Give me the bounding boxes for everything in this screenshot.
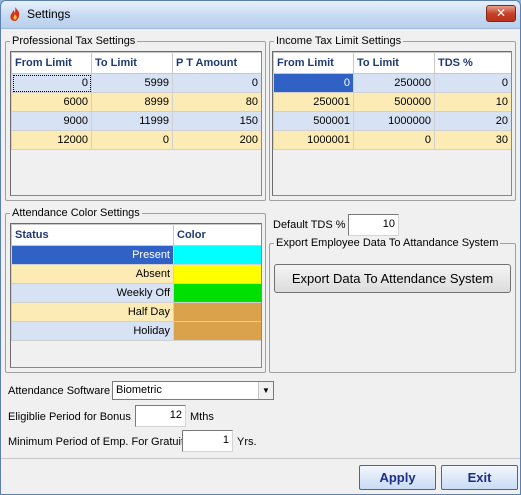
table-cell[interactable]: 30 (434, 130, 511, 150)
table-header: Status Color (11, 224, 261, 246)
app-flame-icon (10, 7, 20, 21)
bonus-label: Eligiblie Period for Bonus (8, 411, 131, 423)
professional-tax-legend: Professional Tax Settings (12, 35, 136, 47)
table-cell[interactable]: 9000 (11, 111, 92, 131)
default-tds-label: Default TDS % (273, 219, 346, 231)
status-cell[interactable]: Absent (11, 264, 174, 284)
apply-button-label: Apply (379, 470, 416, 485)
color-swatch[interactable] (173, 245, 261, 265)
table-row[interactable]: 6000 8999 80 (11, 92, 261, 112)
table-row[interactable]: 0 250000 0 (273, 73, 511, 93)
column-header[interactable]: TDS % (434, 52, 511, 74)
gratuity-input[interactable]: 1 (182, 430, 233, 452)
column-header[interactable]: Color (173, 224, 261, 246)
table-row[interactable]: Absent (11, 264, 261, 284)
table-row[interactable]: Half Day (11, 302, 261, 322)
close-button[interactable]: ✕ (486, 5, 516, 22)
table-cell[interactable]: 250000 (353, 73, 435, 93)
color-swatch[interactable] (173, 321, 261, 341)
column-header[interactable]: Status (11, 224, 174, 246)
table-cell[interactable]: 200 (172, 130, 261, 150)
color-swatch[interactable] (173, 283, 261, 303)
close-icon: ✕ (495, 6, 507, 20)
table-cell[interactable]: 1000000 (353, 111, 435, 131)
bonus-unit: Mths (190, 411, 214, 423)
status-cell[interactable]: Weekly Off (11, 283, 174, 303)
table-cell[interactable]: 1000001 (273, 130, 354, 150)
attendance-color-table[interactable]: Status Color Present Absent Weekly Off H… (10, 223, 262, 368)
column-header[interactable]: P T Amount (172, 52, 261, 74)
table-header: From Limit To Limit TDS % (273, 52, 511, 74)
attendance-color-legend: Attendance Color Settings (12, 207, 140, 219)
export-group: Export Employee Data To Attandance Syste… (269, 237, 516, 373)
table-cell[interactable]: 150 (172, 111, 261, 131)
table-cell[interactable]: 0 (273, 73, 354, 93)
export-legend: Export Employee Data To Attandance Syste… (276, 237, 499, 249)
column-header[interactable]: To Limit (353, 52, 435, 74)
attendance-software-value: Biometric (116, 384, 162, 396)
table-row[interactable]: Present (11, 245, 261, 265)
professional-tax-table[interactable]: From Limit To Limit P T Amount 0 5999 0 … (10, 51, 262, 196)
attendance-software-label: Attendance Software (8, 385, 111, 397)
table-cell[interactable]: 12000 (11, 130, 92, 150)
income-tax-table[interactable]: From Limit To Limit TDS % 0 250000 0 250… (272, 51, 512, 196)
exit-button[interactable]: Exit (441, 465, 518, 490)
export-data-button-label: Export Data To Attendance System (291, 271, 494, 286)
gratuity-unit: Yrs. (237, 436, 257, 448)
table-row[interactable]: Weekly Off (11, 283, 261, 303)
exit-button-label: Exit (467, 470, 492, 485)
table-cell[interactable]: 8999 (91, 92, 173, 112)
table-row[interactable]: 0 5999 0 (11, 73, 261, 93)
apply-button[interactable]: Apply (359, 465, 436, 490)
attendance-software-select[interactable]: Biometric ▼ (112, 381, 274, 400)
bonus-input[interactable]: 12 (135, 405, 186, 427)
color-swatch[interactable] (173, 264, 261, 284)
default-tds-input[interactable]: 10 (348, 214, 399, 236)
table-row[interactable]: 500001 1000000 20 (273, 111, 511, 131)
title-bar[interactable]: Settings ✕ (1, 1, 520, 29)
table-cell[interactable]: 6000 (11, 92, 92, 112)
gratuity-label: Minimum Period of Emp. For Gratuity (8, 436, 190, 448)
table-cell[interactable]: 10 (434, 92, 511, 112)
table-cell[interactable]: 20 (434, 111, 511, 131)
table-cell[interactable]: 500000 (353, 92, 435, 112)
table-cell[interactable]: 0 (172, 73, 261, 93)
table-cell[interactable]: 250001 (273, 92, 354, 112)
status-cell[interactable]: Half Day (11, 302, 174, 322)
income-tax-legend: Income Tax Limit Settings (276, 35, 402, 47)
table-cell[interactable]: 0 (434, 73, 511, 93)
table-row[interactable]: 9000 11999 150 (11, 111, 261, 131)
table-cell[interactable]: 0 (91, 130, 173, 150)
chevron-down-icon[interactable]: ▼ (258, 382, 273, 399)
table-header: From Limit To Limit P T Amount (11, 52, 261, 74)
table-cell[interactable]: 0 (353, 130, 435, 150)
table-row[interactable]: 12000 0 200 (11, 130, 261, 150)
table-cell[interactable]: 11999 (91, 111, 173, 131)
settings-window: Settings ✕ Professional Tax Settings Fro… (0, 0, 521, 495)
export-data-button[interactable]: Export Data To Attendance System (274, 264, 511, 293)
table-cell[interactable]: 5999 (91, 73, 173, 93)
status-cell[interactable]: Present (11, 245, 174, 265)
window-title: Settings (27, 7, 71, 21)
column-header[interactable]: From Limit (273, 52, 354, 74)
table-row[interactable]: 250001 500000 10 (273, 92, 511, 112)
table-cell[interactable]: 500001 (273, 111, 354, 131)
table-row[interactable]: Holiday (11, 321, 261, 341)
color-swatch[interactable] (173, 302, 261, 322)
column-header[interactable]: To Limit (91, 52, 173, 74)
table-cell[interactable]: 0 (11, 73, 92, 93)
column-header[interactable]: From Limit (11, 52, 92, 74)
status-cell[interactable]: Holiday (11, 321, 174, 341)
table-cell[interactable]: 80 (172, 92, 261, 112)
table-row[interactable]: 1000001 0 30 (273, 130, 511, 150)
